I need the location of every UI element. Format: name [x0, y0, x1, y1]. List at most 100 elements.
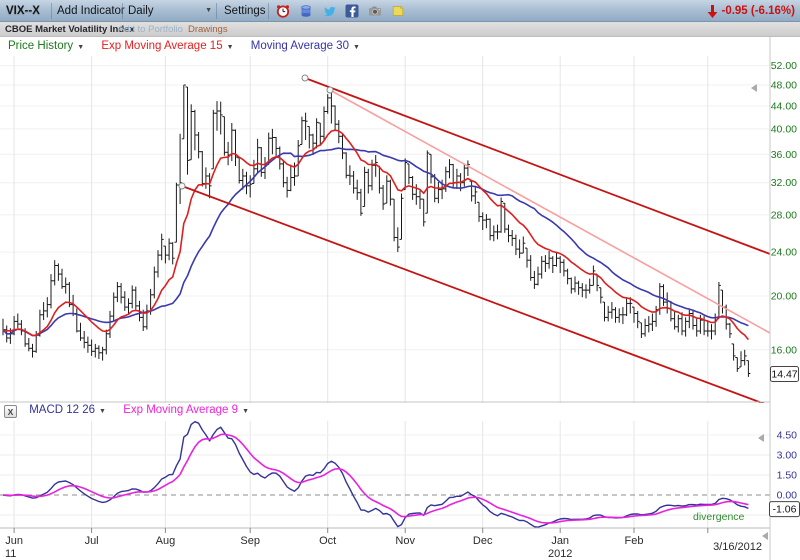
ohlc-bar: [610, 302, 614, 319]
ohlc-bar: [307, 127, 311, 149]
ohlc-bar: [392, 199, 396, 241]
ohlc-bar: [735, 358, 739, 372]
price-pane-header: Price History Exp Moving Average 15 Movi…: [8, 40, 374, 52]
ohlc-bar: [455, 169, 459, 189]
ohlc-bar: [569, 278, 573, 294]
add-indicator-button[interactable]: Add Indicator: [57, 0, 125, 22]
macd-tick-label: 1.50: [777, 470, 798, 482]
ohlc-bar: [496, 225, 500, 240]
trendline[interactable]: [305, 78, 770, 254]
ohlc-bar: [193, 110, 197, 151]
notes-icon[interactable]: [391, 4, 405, 18]
price-tick-label: 28.00: [771, 209, 797, 221]
macd-signal-dropdown[interactable]: Exp Moving Average 9: [123, 404, 249, 416]
ohlc-bar: [591, 266, 595, 286]
last-price-value: 14.47: [771, 369, 797, 381]
macd-axis-labels: 4.503.001.500.00: [777, 430, 798, 502]
ma30-dropdown[interactable]: Moving Average 30: [251, 40, 360, 52]
ohlc-bar: [680, 312, 684, 335]
macd-line: [3, 422, 748, 528]
ohlc-bar: [521, 237, 525, 254]
ohlc-bar: [19, 320, 23, 335]
ohlc-bar: [281, 161, 285, 187]
twitter-icon[interactable]: [322, 4, 336, 18]
macd-pane-header: X MACD 12 26 Exp Moving Average 9: [4, 404, 263, 418]
ohlc-bar: [562, 259, 566, 276]
year-2012-label: 2012: [548, 548, 572, 560]
ohlc-bar: [130, 285, 134, 308]
ohlc-bar: [204, 167, 208, 188]
ohlc-bar: [743, 350, 747, 366]
alerts-icon[interactable]: [276, 4, 290, 18]
ohlc-bar: [625, 297, 629, 316]
macd-dropdown[interactable]: MACD 12 26: [29, 404, 106, 416]
facebook-icon[interactable]: [345, 4, 359, 18]
ohlc-bar: [186, 87, 190, 175]
ohlc-bar: [377, 166, 381, 194]
snapshot-icon[interactable]: [368, 4, 382, 18]
period-dropdown[interactable]: Daily: [128, 0, 212, 22]
ohlc-bar: [547, 251, 551, 269]
ohlc-bar: [662, 284, 666, 306]
ohlc-bar: [174, 183, 178, 243]
price-tick-label: 36.00: [771, 149, 797, 161]
ohlc-bar: [647, 316, 651, 332]
ohlc-bar: [444, 167, 448, 192]
month-label: Sep: [240, 535, 260, 547]
ohlc-bar: [507, 225, 511, 243]
ohlc-bar: [134, 287, 138, 310]
ohlc-bar: [333, 105, 337, 129]
ohlc-bar: [621, 307, 625, 324]
ohlc-bar: [318, 123, 322, 145]
add-to-portfolio-button[interactable]: Add to Portfolio: [118, 22, 183, 37]
month-label: Dec: [473, 535, 493, 547]
ohlc-bar: [259, 147, 263, 177]
ohlc-bar: [344, 152, 348, 178]
ohlc-bar: [93, 344, 97, 358]
ohlc-bar: [49, 274, 53, 308]
month-label: Feb: [625, 535, 644, 547]
toolbar-icons: [276, 4, 405, 18]
divergence-annotation[interactable]: divergence: [693, 511, 745, 523]
macd-label: MACD 12 26: [29, 404, 95, 416]
trendline[interactable]: [330, 90, 770, 333]
ohlc-bar: [492, 226, 496, 242]
ohlc-bar: [746, 361, 750, 377]
ohlc-bar: [167, 238, 171, 260]
price-tick-label: 32.00: [771, 177, 797, 189]
price-history-dropdown[interactable]: Price History: [8, 40, 84, 52]
ohlc-bar: [79, 323, 83, 341]
settings-button[interactable]: Settings: [224, 0, 266, 22]
ohlc-bar: [540, 256, 544, 279]
ohlc-bar: [396, 227, 400, 252]
ohlc-bar: [606, 306, 610, 322]
data-icon[interactable]: [299, 4, 313, 18]
price-tick-label: 48.00: [771, 80, 797, 92]
ohlc-bar: [31, 344, 35, 358]
price-tick-label: 24.00: [771, 247, 797, 259]
ohlc-bar: [256, 139, 260, 173]
close-macd-button[interactable]: X: [4, 405, 17, 418]
macd-tick-label: 3.00: [777, 450, 798, 462]
month-label: Jan: [551, 535, 569, 547]
macd-last-value: -1.06: [773, 504, 797, 516]
ohlc-bar: [728, 323, 732, 338]
drawings-menu[interactable]: Drawings: [188, 22, 228, 37]
ohlc-bar: [45, 297, 49, 317]
month-label: Aug: [156, 535, 176, 547]
ohlc-bar: [510, 230, 514, 246]
trendline-anchor[interactable]: [327, 87, 333, 93]
ema15-dropdown[interactable]: Exp Moving Average 15: [101, 40, 233, 52]
symbol-label[interactable]: VIX--X: [6, 0, 40, 22]
ohlc-bar: [717, 282, 721, 319]
trendline-anchor[interactable]: [302, 75, 308, 81]
ohlc-bar: [573, 276, 577, 292]
ohlc-bar: [643, 319, 647, 337]
toolbar-separator: [122, 3, 123, 19]
scroll-arrow-icon[interactable]: [762, 532, 768, 540]
ohlc-bar: [311, 134, 315, 155]
ohlc-bar: [171, 242, 175, 264]
ohlc-bar: [673, 311, 677, 330]
trendline-anchor[interactable]: [179, 183, 185, 189]
ohlc-bar: [603, 302, 607, 321]
